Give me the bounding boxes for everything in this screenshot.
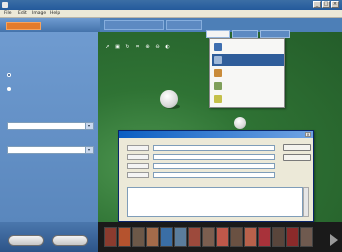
zoom-in-icon[interactable]: ⊕ xyxy=(144,43,151,51)
menu-item-email[interactable] xyxy=(212,41,284,53)
adjust-icon[interactable]: ◐ xyxy=(164,43,171,51)
radio-option-2[interactable] xyxy=(7,86,93,98)
menu-edit[interactable]: Edit xyxy=(16,10,29,18)
menu-help[interactable]: Help xyxy=(48,10,62,18)
calendar-icon xyxy=(214,69,222,77)
to-field[interactable] xyxy=(153,145,275,151)
editor-tab-1[interactable] xyxy=(206,30,230,38)
back-button[interactable] xyxy=(8,235,44,246)
application-window: _ □ × File Edit Image Help ➚ ▣ ↻ ⌗ ⊕ ⊖ ◐… xyxy=(0,0,342,252)
thumbnail[interactable] xyxy=(118,227,131,247)
dialog-title-bar xyxy=(119,131,313,138)
thumbnail[interactable] xyxy=(104,227,117,247)
tab-one[interactable] xyxy=(104,20,164,30)
close-button[interactable]: × xyxy=(331,1,339,8)
thumbnail[interactable] xyxy=(286,227,299,247)
subject-field[interactable] xyxy=(153,172,275,178)
next-thumbnails-icon[interactable] xyxy=(330,234,338,246)
radio-unselected-icon[interactable] xyxy=(7,87,11,91)
app-icon xyxy=(2,2,8,8)
title-bar xyxy=(0,0,342,10)
share-icon xyxy=(214,95,222,103)
active-section-tab[interactable] xyxy=(6,22,41,30)
crop-icon[interactable]: ⌗ xyxy=(134,43,141,51)
chevron-down-icon[interactable] xyxy=(85,123,93,129)
pointer-icon[interactable]: ➚ xyxy=(104,43,111,51)
chevron-down-icon[interactable] xyxy=(85,147,93,153)
print-icon xyxy=(214,82,222,90)
thumbnail[interactable] xyxy=(258,227,271,247)
thumbnail[interactable] xyxy=(216,227,229,247)
email-icon xyxy=(214,43,222,51)
dialog-field-label[interactable] xyxy=(127,145,149,151)
save-icon[interactable]: ▣ xyxy=(114,43,121,51)
thumbnail[interactable] xyxy=(230,227,243,247)
dropdown-2[interactable] xyxy=(7,146,94,154)
editor-tabs xyxy=(206,30,292,38)
menu-image[interactable]: Image xyxy=(30,10,48,18)
dialog-close-button[interactable]: × xyxy=(305,132,311,137)
rotate-icon[interactable]: ↻ xyxy=(124,43,131,51)
thumbnail[interactable] xyxy=(272,227,285,247)
tab-two[interactable] xyxy=(166,20,202,30)
thumbnail[interactable] xyxy=(244,227,257,247)
thumbnail[interactable] xyxy=(146,227,159,247)
share-menu xyxy=(209,38,285,108)
cc-field[interactable] xyxy=(153,154,275,160)
thumbnail[interactable] xyxy=(202,227,215,247)
thumbnail[interactable] xyxy=(300,227,313,247)
golf-ball-image xyxy=(160,90,178,108)
thumbnail[interactable] xyxy=(188,227,201,247)
editor-tab-2[interactable] xyxy=(232,30,258,38)
cancel-dialog-button[interactable] xyxy=(283,154,311,161)
send-button[interactable] xyxy=(283,144,311,151)
dialog-field-label[interactable] xyxy=(127,154,149,160)
dialog-field-label[interactable] xyxy=(127,163,149,169)
bcc-field[interactable] xyxy=(153,163,275,169)
thumbnail[interactable] xyxy=(160,227,173,247)
menu-file[interactable]: File xyxy=(2,10,14,18)
photo-icon xyxy=(214,56,222,64)
radio-selected-icon[interactable] xyxy=(7,73,11,77)
dropdown-1[interactable] xyxy=(7,122,94,130)
compose-dialog: × xyxy=(118,130,314,222)
menu-item-photo[interactable] xyxy=(212,54,284,66)
thumbnail[interactable] xyxy=(132,227,145,247)
menu-item-calendar[interactable] xyxy=(212,67,284,79)
minimize-button[interactable]: _ xyxy=(313,1,321,8)
golf-ball-image xyxy=(234,117,246,129)
editor-toolbar: ➚ ▣ ↻ ⌗ ⊕ ⊖ ◐ xyxy=(104,43,204,53)
radio-option-1[interactable] xyxy=(7,72,93,84)
thumbnail[interactable] xyxy=(174,227,187,247)
message-scrollbar[interactable] xyxy=(303,187,309,217)
message-body[interactable] xyxy=(127,187,303,217)
dialog-field-label xyxy=(127,172,149,178)
menu-item-print[interactable] xyxy=(212,80,284,92)
menu-item-share[interactable] xyxy=(212,93,284,105)
next-button[interactable] xyxy=(52,235,88,246)
zoom-out-icon[interactable]: ⊖ xyxy=(154,43,161,51)
editor-tab-3[interactable] xyxy=(260,30,290,38)
maximize-button[interactable]: □ xyxy=(322,1,330,8)
